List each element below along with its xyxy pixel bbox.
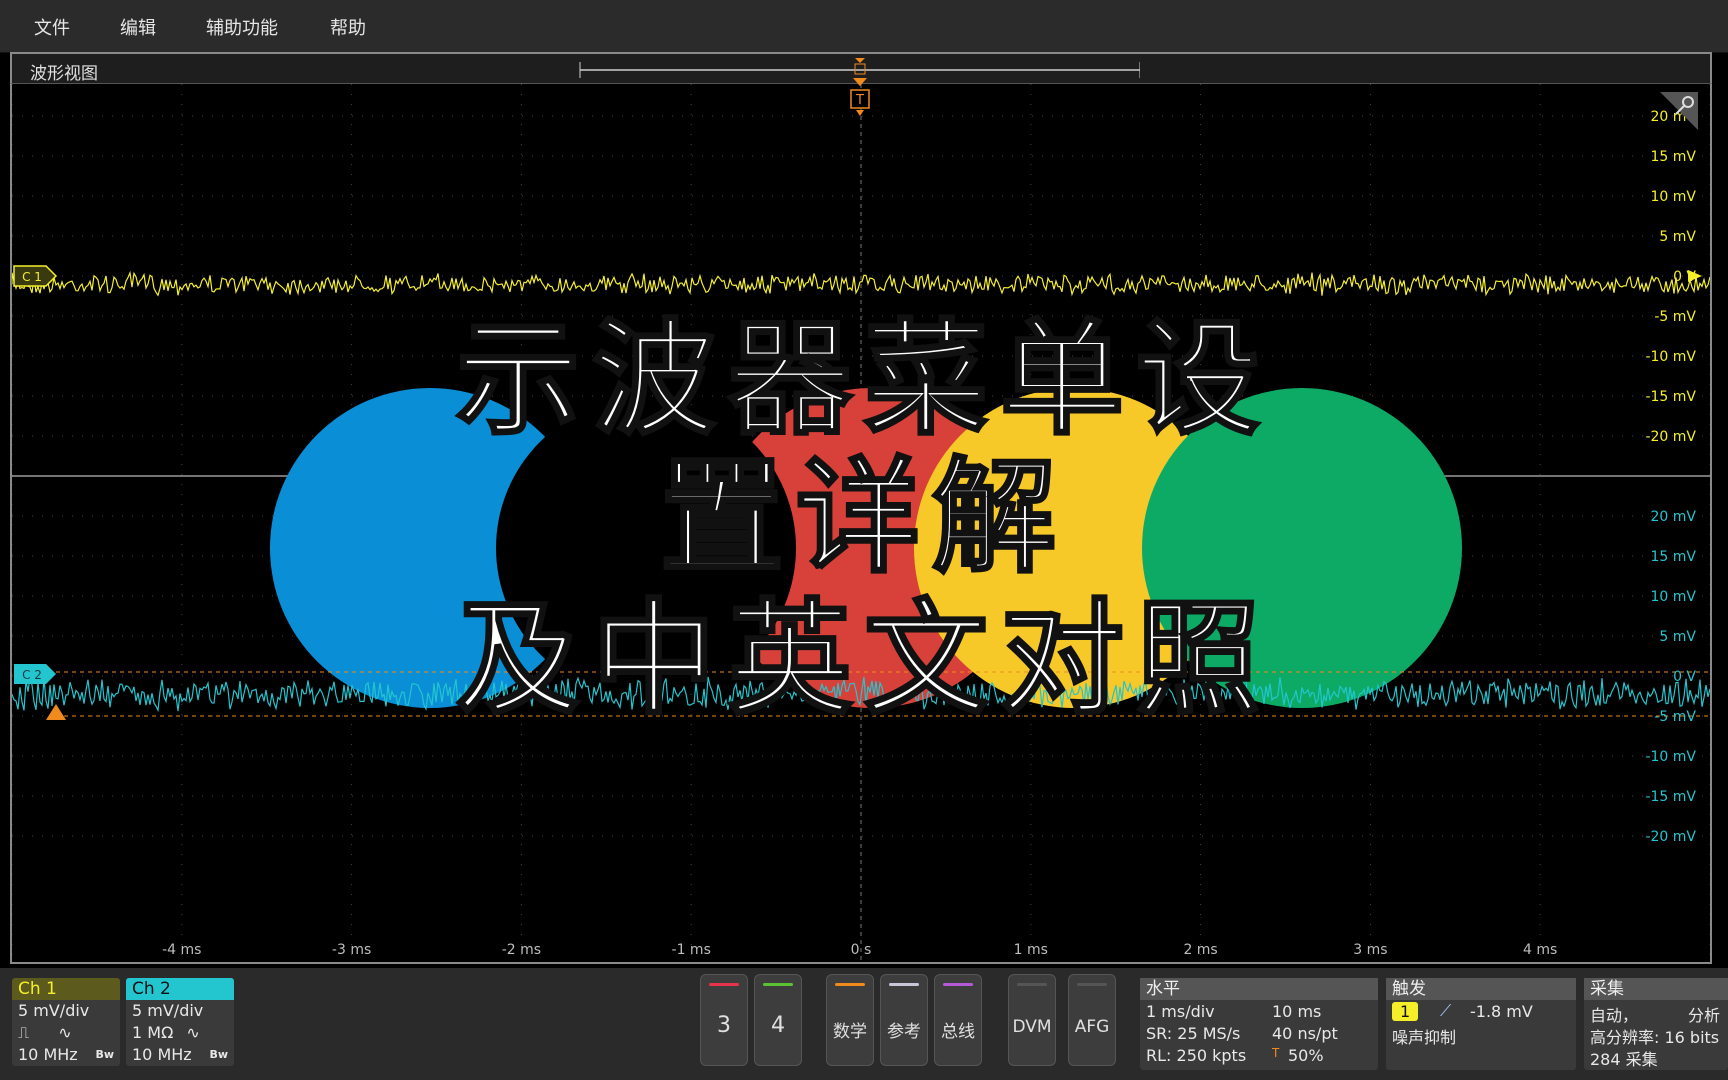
acquisition-mode: 自动， xyxy=(1590,1006,1639,1025)
acquisition-count: 284 采集 xyxy=(1590,1050,1658,1069)
ch2-axis-tick: -15 mV xyxy=(1645,789,1696,805)
trigger-level: -1.8 mV xyxy=(1470,1002,1533,1021)
overlay-title-line2: 置详解 xyxy=(660,446,1068,590)
acquisition-analyze: 分析 xyxy=(1688,1006,1721,1025)
time-axis-tick: 0 s xyxy=(851,942,872,958)
record-length: RL: 250 kpts xyxy=(1146,1046,1247,1065)
afg-button[interactable]: AFG xyxy=(1068,974,1116,1066)
math-button[interactable]: 数学 xyxy=(826,974,874,1066)
ch1-badge[interactable]: Ch 1 5 mV/div ⎍ ∿ 10 MHz Bw xyxy=(12,978,120,1066)
noise-reject: 噪声抑制 xyxy=(1392,1028,1457,1047)
acquisition-resolution: 高分辨率: 16 bits xyxy=(1590,1028,1720,1047)
ch2-axis-tick: -20 mV xyxy=(1645,829,1696,845)
channel-4-button[interactable]: 4 xyxy=(754,974,802,1066)
ch2-marker-label: C 2 xyxy=(22,668,42,682)
ch1-bw: 10 MHz xyxy=(18,1045,78,1064)
trigger-title: 触发 xyxy=(1386,978,1576,1000)
horizontal-duration: 10 ms xyxy=(1272,1002,1322,1021)
menu-utility[interactable]: 辅助功能 xyxy=(206,14,278,40)
horizontal-scale: 1 ms/div xyxy=(1146,1002,1215,1021)
channel-4-label: 4 xyxy=(771,1013,785,1038)
horizontal-panel[interactable]: 水平 1 ms/div 10 ms SR: 25 MS/s 40 ns/pt R… xyxy=(1140,978,1378,1070)
ch1-axis-tick: 15 mV xyxy=(1651,149,1697,165)
trigger-position-icon: T xyxy=(1272,1046,1280,1060)
time-axis-tick: -2 ms xyxy=(502,942,541,958)
ch1-axis-tick: -20 mV xyxy=(1645,429,1696,445)
trigger-panel[interactable]: 触发 1 ⟋ -1.8 mV 噪声抑制 xyxy=(1386,978,1576,1070)
time-axis-tick: 3 ms xyxy=(1353,942,1387,958)
rising-edge-icon: ⟋ xyxy=(1440,1001,1452,1020)
ch1-axis-tick: 10 mV xyxy=(1651,189,1697,205)
menu-file[interactable]: 文件 xyxy=(34,14,70,40)
overlay-title-line3: 及中英文对照 xyxy=(456,588,1272,732)
trigger-position: 50% xyxy=(1288,1046,1324,1065)
trigger-level-marker[interactable] xyxy=(46,704,66,720)
probe-icon: ⎍ xyxy=(18,1023,30,1042)
ch1-axis-tick: -5 mV xyxy=(1654,309,1696,325)
ch2-axis-tick: 0 V xyxy=(1673,669,1696,685)
sample-rate: SR: 25 MS/s xyxy=(1146,1024,1241,1043)
ch2-axis-tick: 15 mV xyxy=(1651,549,1697,565)
ch1-bw-tag: Bw xyxy=(95,1048,114,1061)
ch2-badge[interactable]: Ch 2 5 mV/div 1 MΩ ∿ 10 MHz Bw xyxy=(126,978,234,1066)
channel-3-button[interactable]: 3 xyxy=(700,974,748,1066)
ch1-label: Ch 1 xyxy=(12,978,120,1000)
trigger-marker-label: T xyxy=(855,93,864,108)
time-axis-tick: -4 ms xyxy=(162,942,201,958)
bus-label: 总线 xyxy=(941,1022,975,1042)
ref-button[interactable]: 参考 xyxy=(880,974,928,1066)
ch2-coupling-row: 1 MΩ ∿ xyxy=(126,1022,234,1044)
channel-3-label: 3 xyxy=(717,1013,731,1038)
time-axis-tick: -3 ms xyxy=(332,942,371,958)
ch1-axis-tick: 5 mV xyxy=(1659,229,1696,245)
ref-label: 参考 xyxy=(887,1022,921,1042)
horizontal-title: 水平 xyxy=(1140,978,1378,1000)
ch2-axis-tick: 20 mV xyxy=(1651,509,1697,525)
acquisition-title: 采集 xyxy=(1584,978,1728,1000)
ch2-bw: 10 MHz xyxy=(132,1045,192,1064)
ac-coupling-icon: ∿ xyxy=(58,1023,72,1042)
ch1-axis-tick: -15 mV xyxy=(1645,389,1696,405)
ch1-axis-tick: -10 mV xyxy=(1645,349,1696,365)
math-label: 数学 xyxy=(833,1022,867,1042)
ch2-scale: 5 mV/div xyxy=(132,1001,204,1020)
dvm-label: DVM xyxy=(1012,1017,1052,1037)
overlay-title-line1: 示波器菜单设 xyxy=(456,308,1272,452)
ch1-bw-row: 10 MHz Bw xyxy=(12,1044,120,1066)
ch2-axis-tick: -10 mV xyxy=(1645,749,1696,765)
scope-graticule[interactable]: 20 mV 15 mV 10 mV 5 mV 0 V -5 mV -10 mV -15 mV -… xyxy=(12,84,1710,962)
time-axis-tick: 1 ms xyxy=(1014,942,1048,958)
menu-edit[interactable]: 编辑 xyxy=(120,14,156,40)
time-axis-tick: 2 ms xyxy=(1183,942,1217,958)
waveform-view-title: 波形视图 xyxy=(30,64,98,84)
ch1-marker-label: C 1 xyxy=(22,270,42,284)
ac-coupling-icon: ∿ xyxy=(186,1023,200,1042)
ch2-impedance: 1 MΩ xyxy=(132,1023,174,1042)
ch2-axis-tick: 5 mV xyxy=(1659,629,1696,645)
ch2-label: Ch 2 xyxy=(126,978,234,1000)
acquisition-panel[interactable]: 采集 自动， 分析 高分辨率: 16 bits 284 采集 xyxy=(1584,978,1728,1070)
ch2-axis-tick: -5 mV xyxy=(1654,709,1696,725)
ch2-bw-row: 10 MHz Bw xyxy=(126,1044,234,1066)
ch2-bw-tag: Bw xyxy=(209,1048,228,1061)
ch1-scale: 5 mV/div xyxy=(18,1001,90,1020)
record-overview[interactable]: T xyxy=(520,52,1140,122)
afg-label: AFG xyxy=(1074,1017,1110,1037)
trigger-source: 1 xyxy=(1392,1002,1419,1021)
point-resolution: 40 ns/pt xyxy=(1272,1024,1338,1043)
menu-help[interactable]: 帮助 xyxy=(330,14,366,40)
bus-button[interactable]: 总线 xyxy=(934,974,982,1066)
menu-bar: 文件 编辑 辅助功能 帮助 xyxy=(0,0,1728,53)
dvm-button[interactable]: DVM xyxy=(1008,974,1056,1066)
time-axis-tick: -1 ms xyxy=(672,942,711,958)
ch1-coupling-row: ⎍ ∿ xyxy=(12,1022,120,1044)
ch2-axis-tick: 10 mV xyxy=(1651,589,1697,605)
time-axis-tick: 4 ms xyxy=(1523,942,1557,958)
